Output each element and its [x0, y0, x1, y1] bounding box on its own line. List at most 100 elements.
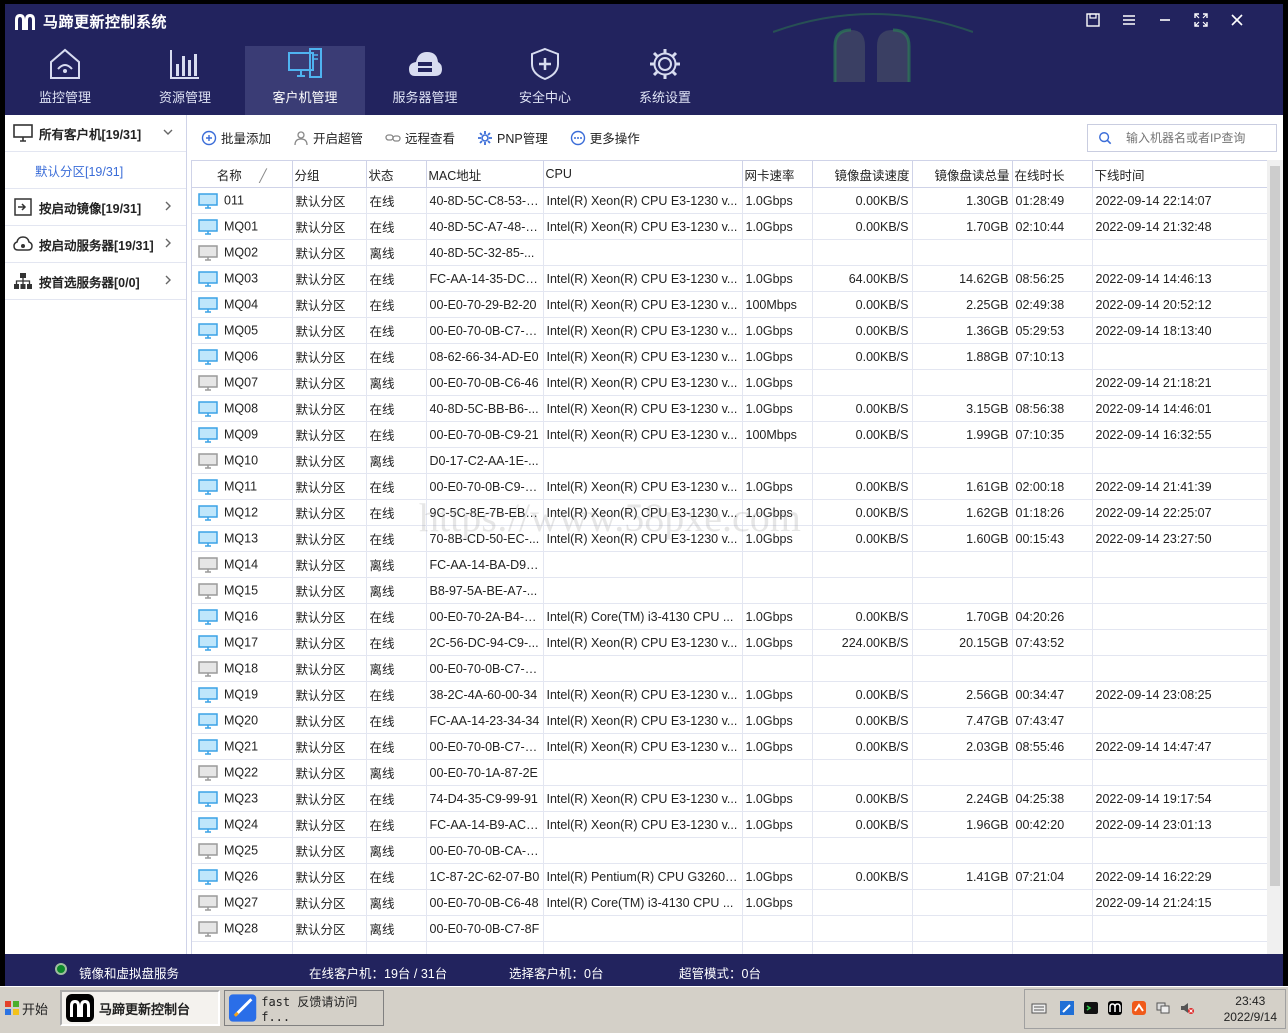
more-actions-button[interactable]: 更多操作: [570, 128, 640, 147]
cell-cpu: Intel(R) Xeon(R) CPU E3-1230 v...: [543, 525, 743, 552]
nav-security[interactable]: 安全中心: [485, 46, 605, 115]
table-row[interactable]: MQ02 默认分区 离线 40-8D-5C-32-85-...: [192, 239, 1268, 266]
cell-group: 默认分区: [292, 473, 367, 500]
menu-button[interactable]: [1111, 10, 1147, 30]
nav-client[interactable]: 客户机管理: [245, 46, 365, 115]
table-row[interactable]: MQ10 默认分区 离线 D0-17-C2-AA-1E-...: [192, 447, 1268, 474]
sidebar-item-boot-server[interactable]: 按启动服务器[19/31]: [5, 226, 186, 263]
remote-view-button[interactable]: 远程查看: [385, 128, 455, 147]
sidebar-item-boot-image[interactable]: 按启动镜像[19/31]: [5, 189, 186, 226]
column-header-read-speed[interactable]: 镜像盘读速度: [812, 161, 913, 188]
table-row[interactable]: MQ03 默认分区 在线 FC-AA-14-35-DC-... Intel(R) Xeo…: [192, 265, 1268, 292]
windows-logo-icon: [5, 1001, 19, 1015]
table-row[interactable]: MQ20 默认分区 在线 FC-AA-14-23-34-34 Intel(R) Xeon…: [192, 707, 1268, 734]
cell-online: 02:00:18: [1012, 473, 1093, 500]
table-row[interactable]: MQ05 默认分区 在线 00-E0-70-0B-C7-B3 Intel(R) Xeon…: [192, 317, 1268, 344]
table-row[interactable]: MQ24 默认分区 在线 FC-AA-14-B9-AC-7F Intel(R) Xeon…: [192, 811, 1268, 838]
client-table: 名称 ╱ 分组 状态 MAC地址 CPU 网卡速率 镜像盘读速度 镜像盘读总量 …: [191, 160, 1268, 955]
pnp-manage-button[interactable]: PNP管理: [477, 128, 548, 147]
cell-group: 默认分区: [292, 213, 367, 240]
cell-speed: 0.00KB/S: [812, 213, 913, 240]
cell-cpu: Intel(R) Xeon(R) CPU E3-1230 v...: [543, 317, 743, 344]
enable-super-button[interactable]: 开启超管: [293, 128, 363, 147]
table-row[interactable]: MQ18 默认分区 离线 00-E0-70-0B-C7-AC: [192, 655, 1268, 682]
nav-monitor[interactable]: 监控管理: [5, 46, 125, 115]
table-row[interactable]: MQ15 默认分区 离线 B8-97-5A-BE-A7-...: [192, 577, 1268, 604]
table-row[interactable]: MQ27 默认分区 离线 00-E0-70-0B-C6-48 Intel(R) Core…: [192, 889, 1268, 916]
cell-nic: 1.0Gbps: [742, 213, 813, 240]
table-row[interactable]: MQ12 默认分区 在线 9C-5C-8E-7B-EB-58 Intel(R) Xeon…: [192, 499, 1268, 526]
table-row[interactable]: MQ17 默认分区 在线 2C-56-DC-94-C9-... Intel(R) Xeo…: [192, 629, 1268, 656]
start-button[interactable]: 开始: [4, 993, 52, 1023]
column-header-mac[interactable]: MAC地址: [426, 161, 544, 188]
cell-status: 离线: [366, 837, 427, 864]
column-header-group[interactable]: 分组: [292, 161, 367, 188]
terminal-icon[interactable]: [1083, 1000, 1099, 1016]
cell-speed: 0.00KB/S: [812, 811, 913, 838]
remote-view-label: 远程查看: [405, 132, 456, 146]
taskbar-item-console[interactable]: 马蹄更新控制台: [60, 990, 220, 1026]
table-row[interactable]: MQ19 默认分区 在线 38-2C-4A-60-00-34 Intel(R) Xeon…: [192, 681, 1268, 708]
table-row[interactable]: MQ21 默认分区 在线 00-E0-70-0B-C7-B0 Intel(R) Xeon…: [192, 733, 1268, 760]
pen-tool-icon[interactable]: [1059, 1000, 1075, 1016]
table-row[interactable]: MQ26 默认分区 在线 1C-87-2C-62-07-B0 Intel(R) Pent…: [192, 863, 1268, 890]
table-row[interactable]: MQ11 默认分区 在线 00-E0-70-0B-C9-AE Intel(R) Xeon…: [192, 473, 1268, 500]
table-row[interactable]: MQ06 默认分区 在线 08-62-66-34-AD-E0 Intel(R) Xeon…: [192, 343, 1268, 370]
network-icon[interactable]: [1155, 1000, 1171, 1016]
table-row[interactable]: MQ22 默认分区 离线 00-E0-70-1A-87-2E: [192, 759, 1268, 786]
table-row[interactable]: MQ16 默认分区 在线 00-E0-70-2A-B4-6D Intel(R) Core…: [192, 603, 1268, 630]
shield-icon: [531, 47, 559, 81]
taskbar-item-fast[interactable]: fast 反馈请访问f...: [224, 990, 384, 1026]
table-row[interactable]: 011 默认分区 在线 40-8D-5C-C8-53-66 Intel(R) Xeon(…: [192, 187, 1268, 214]
search-input[interactable]: [1124, 130, 1276, 146]
close-button[interactable]: [1219, 10, 1255, 30]
keyboard-icon[interactable]: [1031, 1000, 1047, 1016]
volume-muted-icon[interactable]: [1179, 1000, 1195, 1016]
column-header-name[interactable]: 名称 ╱: [192, 161, 293, 188]
cell-name-text: MQ01: [224, 218, 259, 233]
cell-group: 默认分区: [292, 681, 367, 708]
table-row[interactable]: MQ13 默认分区 在线 70-8B-CD-50-EC-... Intel(R) Xeo…: [192, 525, 1268, 552]
table-row[interactable]: MQ25 默认分区 离线 00-E0-70-0B-CA-E7: [192, 837, 1268, 864]
cell-online: 01:18:26: [1012, 499, 1093, 526]
table-row[interactable]: MQ14 默认分区 离线 FC-AA-14-BA-D9-...: [192, 551, 1268, 578]
start-label: 开始: [22, 1001, 49, 1017]
nav-resource[interactable]: 资源管理: [125, 46, 245, 115]
table-row[interactable]: MQ09 默认分区 在线 00-E0-70-0B-C9-21 Intel(R) Xeon…: [192, 421, 1268, 448]
column-header-nic[interactable]: 网卡速率: [742, 161, 813, 188]
app-logo-icon[interactable]: [1107, 1000, 1123, 1016]
cell-cpu: Intel(R) Xeon(R) CPU E3-1230 v...: [543, 265, 743, 292]
table-row[interactable]: MQ01 默认分区 在线 40-8D-5C-A7-48-E1 Intel(R) Xeon…: [192, 213, 1268, 240]
computer-online-icon: [198, 322, 218, 339]
save-button[interactable]: [1075, 10, 1111, 30]
column-header-status[interactable]: 状态: [366, 161, 427, 188]
column-header-offline-time[interactable]: 下线时间: [1092, 161, 1268, 188]
sidebar-subitem-default-partition[interactable]: 默认分区[19/31]: [5, 152, 186, 189]
computer-offline-icon: [198, 452, 218, 469]
client-computer-icon: [288, 48, 322, 78]
maximize-button[interactable]: [1183, 10, 1219, 30]
column-header-read-total[interactable]: 镜像盘读总量: [912, 161, 1013, 188]
table-row[interactable]: MQ28 默认分区 离线 00-E0-70-0B-C7-8F: [192, 915, 1268, 942]
search-icon[interactable]: [1098, 130, 1112, 146]
orange-app-icon[interactable]: [1131, 1000, 1147, 1016]
vertical-scrollbar[interactable]: [1267, 160, 1283, 954]
nav-server[interactable]: 服务器管理: [365, 46, 485, 115]
table-row[interactable]: [192, 941, 1268, 955]
system-clock[interactable]: 23:43 2022/9/14: [1224, 993, 1277, 1025]
scrollbar-thumb[interactable]: [1270, 166, 1280, 886]
cell-online: [1012, 577, 1093, 604]
nav-settings[interactable]: 系统设置: [605, 46, 725, 115]
cell-status: 离线: [366, 551, 427, 578]
sidebar-item-all-clients[interactable]: 所有客户机[19/31]: [5, 115, 186, 152]
column-header-online-time[interactable]: 在线时长: [1012, 161, 1093, 188]
table-row[interactable]: MQ23 默认分区 在线 74-D4-35-C9-99-91 Intel(R) Xeon…: [192, 785, 1268, 812]
table-row[interactable]: MQ07 默认分区 离线 00-E0-70-0B-C6-46 Intel(R) Xeon…: [192, 369, 1268, 396]
column-header-cpu[interactable]: CPU: [543, 161, 743, 188]
sidebar-item-preferred-server[interactable]: 按首选服务器[0/0]: [5, 263, 186, 300]
table-row[interactable]: MQ04 默认分区 在线 00-E0-70-29-B2-20 Intel(R) Xeon…: [192, 291, 1268, 318]
minimize-button[interactable]: [1147, 10, 1183, 30]
cell-speed: [812, 889, 913, 916]
batch-add-button[interactable]: 批量添加: [201, 128, 271, 147]
table-row[interactable]: MQ08 默认分区 在线 40-8D-5C-BB-B6-... Intel(R) Xeo…: [192, 395, 1268, 422]
